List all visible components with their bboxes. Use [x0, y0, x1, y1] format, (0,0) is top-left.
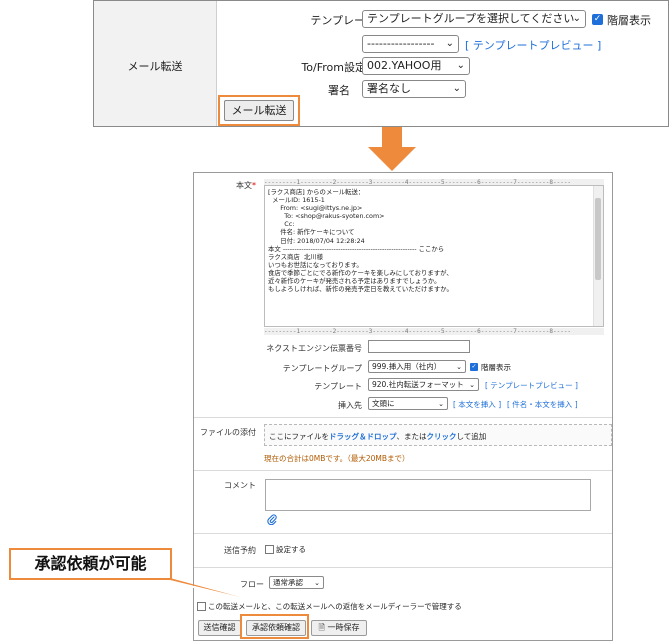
- callout-pointer: [150, 578, 240, 597]
- approval-callout: 承認依頼が可能: [9, 548, 172, 580]
